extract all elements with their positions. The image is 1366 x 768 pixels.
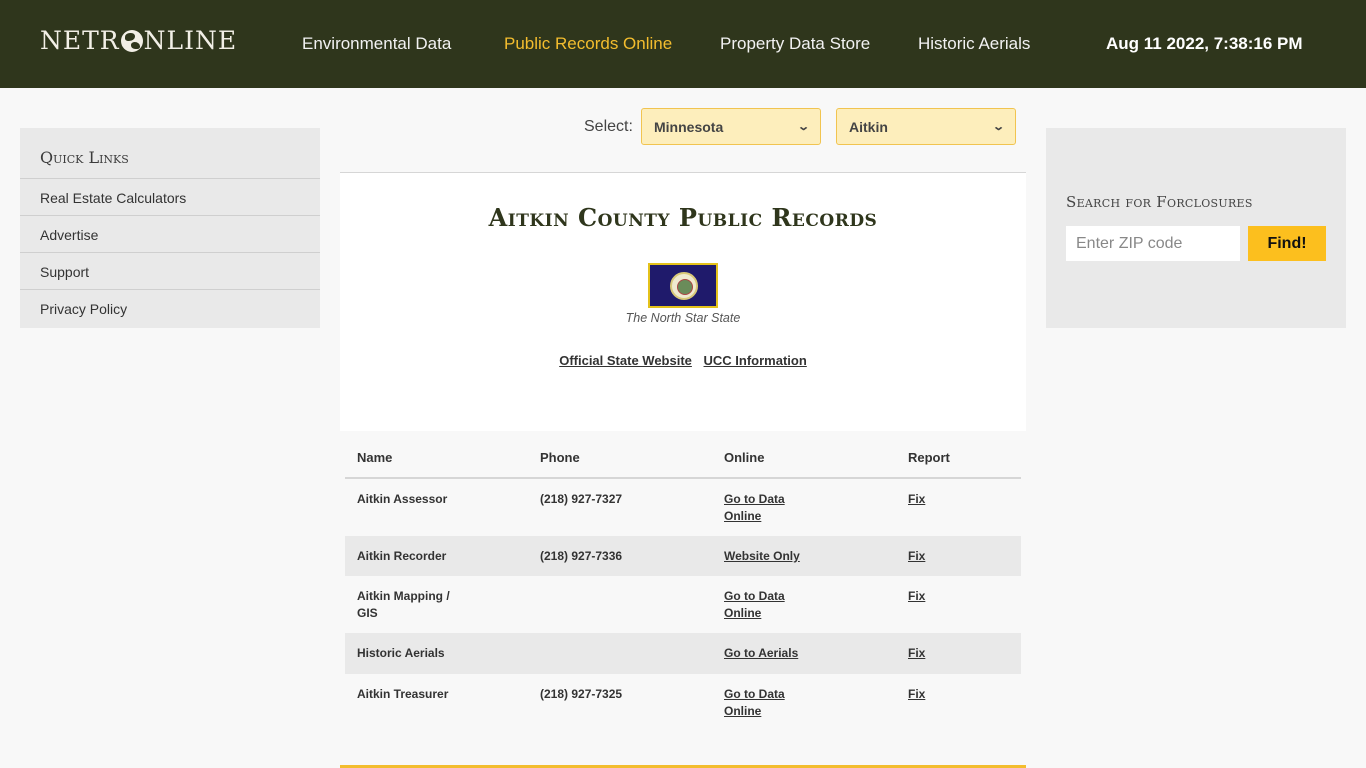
quick-link-advertise[interactable]: Advertise <box>20 216 320 253</box>
record-fix-link[interactable]: Fix <box>908 549 925 563</box>
record-fix-link[interactable]: Fix <box>908 646 925 660</box>
foreclosure-search-title: Search for Forclosures <box>1066 193 1253 211</box>
records-table: Name Phone Online Report Aitkin Assessor… <box>345 436 1021 731</box>
logo-text-right: NLINE <box>143 26 238 55</box>
table-row: Aitkin Recorder (218) 927-7336 Website O… <box>345 536 1021 576</box>
state-nickname: The North Star State <box>625 311 741 325</box>
table-row: Historic Aerials Go to Aerials Fix <box>345 633 1021 674</box>
state-links: Official State Website UCC Information <box>340 353 1026 368</box>
top-navigation-bar: NETR NLINE Environmental Data Public Rec… <box>0 0 1366 88</box>
state-seal-icon <box>670 272 698 300</box>
table-header: Name Phone Online Report <box>345 436 1021 479</box>
record-fix-link[interactable]: Fix <box>908 687 925 701</box>
nav-environmental-data[interactable]: Environmental Data <box>302 34 451 54</box>
quick-link-real-estate-calculators[interactable]: Real Estate Calculators <box>20 179 320 216</box>
column-header-online: Online <box>724 450 765 465</box>
select-label: Select: <box>584 118 633 135</box>
record-fix-link[interactable]: Fix <box>908 589 925 603</box>
record-name: Aitkin Mapping / GIS <box>357 589 450 620</box>
column-header-name: Name <box>357 450 393 465</box>
nav-property-data-store[interactable]: Property Data Store <box>720 34 870 54</box>
record-fix-link[interactable]: Fix <box>908 492 925 506</box>
column-header-phone: Phone <box>540 450 580 465</box>
record-online-link[interactable]: Go to Aerials <box>724 646 798 660</box>
record-phone: (218) 927-7336 <box>540 549 623 563</box>
record-phone: (218) 927-7325 <box>540 687 623 701</box>
county-select-value: Aitkin <box>849 118 888 135</box>
chevron-down-icon: ⌄ <box>991 121 1005 133</box>
foreclosure-search-panel: Search for Forclosures Find! <box>1046 128 1346 328</box>
quick-link-privacy-policy[interactable]: Privacy Policy <box>20 290 320 327</box>
quick-link-support[interactable]: Support <box>20 253 320 290</box>
nav-public-records-online[interactable]: Public Records Online <box>504 34 672 54</box>
record-online-link[interactable]: Go to Data Online <box>724 492 785 523</box>
quick-links-panel: Quick Links Real Estate Calculators Adve… <box>20 128 320 328</box>
record-online-link[interactable]: Go to Data Online <box>724 589 785 620</box>
state-select-value: Minnesota <box>654 118 724 135</box>
current-datetime: Aug 11 2022, 7:38:16 PM <box>1106 34 1303 53</box>
page-title: Aitkin County Public Records <box>488 203 878 232</box>
record-online-link[interactable]: Go to Data Online <box>724 687 785 718</box>
table-row: Aitkin Mapping / GIS Go to Data Online F… <box>345 576 1021 633</box>
record-name: Aitkin Recorder <box>357 549 447 563</box>
record-name: Historic Aerials <box>357 646 445 660</box>
record-name: Aitkin Treasurer <box>357 687 449 701</box>
table-row: Aitkin Treasurer (218) 927-7325 Go to Da… <box>345 674 1021 731</box>
table-row: Aitkin Assessor (218) 927-7327 Go to Dat… <box>345 479 1021 536</box>
globe-icon <box>120 29 143 52</box>
column-header-report: Report <box>908 450 950 465</box>
county-select[interactable]: Aitkin ⌄ <box>836 108 1016 145</box>
logo-text-left: NETR <box>40 26 120 55</box>
netronline-logo[interactable]: NETR NLINE <box>40 26 237 55</box>
zip-code-input[interactable] <box>1066 226 1240 261</box>
record-phone: (218) 927-7327 <box>540 492 623 506</box>
quick-links-title: Quick Links <box>20 128 320 179</box>
county-info-card: Aitkin County Public Records The North S… <box>340 172 1026 431</box>
ucc-information-link[interactable]: UCC Information <box>704 353 807 368</box>
state-select[interactable]: Minnesota ⌄ <box>641 108 821 145</box>
official-state-website-link[interactable]: Official State Website <box>559 353 692 368</box>
state-flag-image <box>648 263 718 308</box>
record-online-link[interactable]: Website Only <box>724 549 800 563</box>
record-name: Aitkin Assessor <box>357 492 448 506</box>
find-button[interactable]: Find! <box>1248 226 1326 261</box>
chevron-down-icon: ⌄ <box>796 121 810 133</box>
nav-historic-aerials[interactable]: Historic Aerials <box>918 34 1030 54</box>
